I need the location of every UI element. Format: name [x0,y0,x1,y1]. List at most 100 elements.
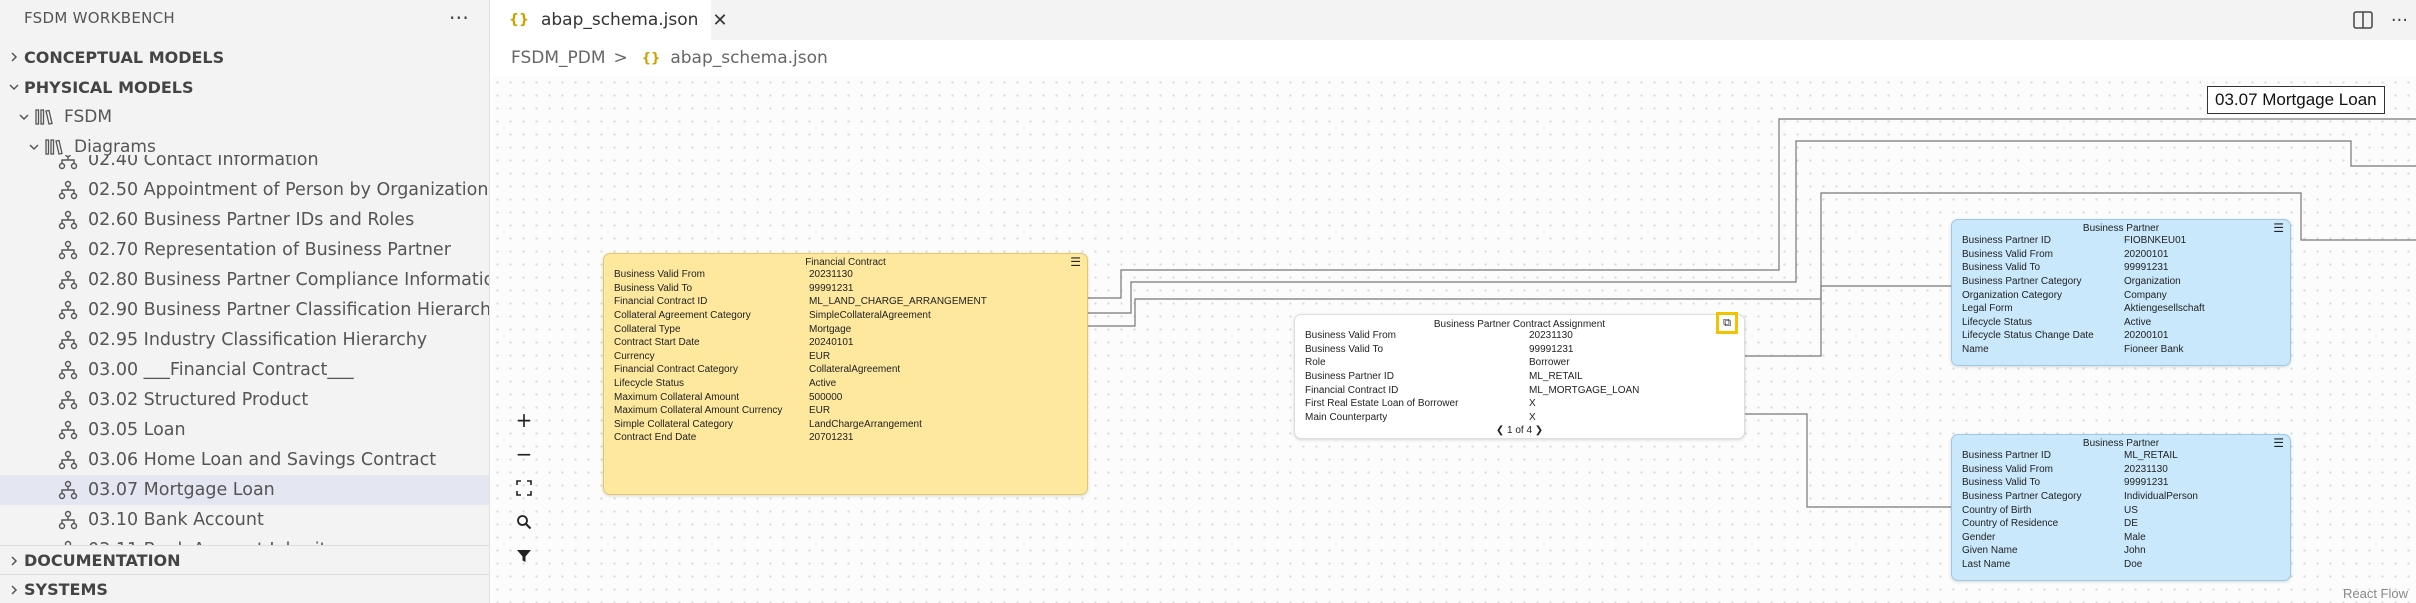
attribute-name: Country of Residence [1962,518,2059,530]
pager[interactable]: ❮ 1 of 4 ❯ [1295,425,1744,436]
attribute-row: Business Valid From 20200101 [1962,248,2280,262]
node-title: Business Partner [2082,223,2160,234]
split-editor-icon[interactable] [2353,11,2373,29]
tree-label: Diagrams [74,137,156,157]
zoom-out-button[interactable]: − [507,440,541,468]
breadcrumb-file[interactable]: abap_schema.json [670,48,828,68]
section-physical-models[interactable]: PHYSICAL MODELS [0,72,194,102]
attribute-value: Male [2124,531,2146,543]
menu-icon[interactable]: ☰ [2273,437,2284,449]
close-icon[interactable]: ✕ [712,10,727,31]
attribute-row: Business Valid To 99991231 [1962,261,2280,275]
fit-view-icon [516,480,532,496]
diagram-icon [58,360,78,380]
diagram-item[interactable]: 03.06 Home Loan and Savings Contract [0,445,489,475]
zoom-in-button[interactable]: + [507,406,541,434]
diagram-label: 03.10 Bank Account [88,510,264,530]
node-title: Business Partner Contract Assignment [1433,319,1606,330]
attribute-value: US [2124,504,2138,516]
attribute-value: 500000 [809,391,843,403]
copy-icon[interactable]: ⧉ [1716,312,1738,334]
attribute-name: Currency [614,350,655,362]
attribute-row: Business Partner Category Organization [1962,275,2280,289]
diagram-item[interactable]: 02.50 Appointment of Person by Organizat… [0,175,489,205]
chevron-right-icon [4,47,24,67]
diagram-item[interactable]: 02.70 Representation of Business Partner [0,235,489,265]
attribute-value: 20200101 [2124,248,2169,260]
diagram-item[interactable]: 03.10 Bank Account [0,505,489,535]
attribute-value: 99991231 [2124,477,2169,489]
attribute-row: Business Partner Category IndividualPerso… [1962,490,2280,504]
section-systems[interactable]: SYSTEMS [0,574,489,603]
chevron-down-icon [14,107,34,127]
diagram-item[interactable]: 03.07 Mortgage Loan [0,475,489,505]
attribute-value: ML_MORTGAGE_LOAN [1529,384,1640,396]
diagram-title-label: 03.07 Mortgage Loan [2207,86,2385,114]
react-flow-attribution[interactable]: React Flow [2343,586,2408,601]
attribute-row: Simple Collateral Category LandChargeArra… [614,418,1077,432]
diagram-item[interactable]: 03.00 ___Financial Contract___ [0,355,489,385]
diagram-item[interactable]: 02.80 Business Partner Compliance Inform… [0,265,490,295]
attribute-name: Business Partner Category [1962,276,2082,288]
breadcrumb-root[interactable]: FSDM_PDM [511,48,606,68]
diagram-list: 02.40 Contact Information 02.50 Appointme… [0,155,490,545]
attribute-value: DE [2124,518,2138,530]
diagram-icon [58,420,78,440]
tree-label: FSDM [64,107,113,127]
editor-area: {} abap_schema.json ✕ ··· FSDM_PDM > {} … [491,0,2416,603]
node-business-partner-org[interactable]: Business Partner ☰ Business Partner ID FI… [1951,219,2291,366]
more-actions-icon[interactable]: ··· [449,6,469,30]
diagram-item[interactable]: 03.05 Loan [0,415,489,445]
attribute-name: First Real Estate Loan of Borrower [1305,398,1459,410]
section-label: CONCEPTUAL MODELS [24,47,225,67]
menu-icon[interactable]: ☰ [1070,256,1081,268]
node-bp-contract-assignment[interactable]: Business Partner Contract Assignment ⧉ B… [1294,312,1745,439]
chevron-right-icon [4,551,24,571]
attribute-name: Business Valid From [1962,463,2053,475]
diagram-item[interactable]: 02.95 Industry Classification Hierarchy [0,325,489,355]
attribute-row: Contract Start Date 20240101 [614,336,1077,350]
attribute-value: FIOBNKEU01 [2124,235,2187,247]
attribute-row: Business Valid From 20231130 [614,268,1077,282]
diagram-item[interactable]: 02.40 Contact Information [0,155,489,175]
attribute-row: Role Borrower [1305,356,1734,370]
search-icon [517,515,532,530]
diagram-label: 02.80 Business Partner Compliance Inform… [88,270,490,290]
tab-abap-schema[interactable]: {} abap_schema.json ✕ [491,0,728,40]
edge [1745,285,1951,357]
attribute-name: Maximum Collateral Amount Currency [614,405,783,417]
node-business-partner-person[interactable]: Business Partner ☰ Business Partner ID ML… [1951,434,2291,581]
attribute-row: Contract End Date 20701231 [614,431,1077,445]
section-conceptual-models[interactable]: CONCEPTUAL MODELS [0,42,224,72]
attribute-name: Business Partner Category [1962,491,2082,503]
menu-icon[interactable]: ☰ [2273,222,2284,234]
node-financial-contract[interactable]: Financial Contract ☰ Business Valid From… [603,253,1088,495]
fit-view-button[interactable] [507,474,541,502]
tree-item-fsdm[interactable]: FSDM [14,102,112,132]
flow-canvas[interactable]: 03.07 Mortgage Loan Financial Contract ☰… [491,76,2416,603]
attribute-name: Financial Contract ID [614,296,708,308]
attribute-name: Lifecycle Status [614,378,685,390]
attribute-value: Active [2124,316,2152,328]
diagram-item[interactable]: 02.60 Business Partner IDs and Roles [0,205,489,235]
filter-button[interactable] [507,542,541,570]
flow-controls: + − [507,406,541,570]
attribute-name: Name [1962,344,1989,356]
attribute-value: Company [2124,289,2167,301]
attribute-value: IndividualPerson [2124,491,2198,503]
section-documentation[interactable]: DOCUMENTATION [0,545,489,575]
diagram-label: 03.06 Home Loan and Savings Contract [88,450,437,470]
search-button[interactable] [507,508,541,536]
json-file-icon: {} [509,12,529,28]
attribute-name: Collateral Agreement Category [614,310,751,322]
diagram-item[interactable]: 03.02 Structured Product [0,385,489,415]
diagram-item[interactable]: 02.90 Business Partner Classification Hi… [0,295,489,325]
diagram-item[interactable]: 03.11 Bank Account Inheritance [0,535,489,545]
attribute-name: Business Partner ID [1962,450,2051,462]
attribute-name: Given Name [1962,545,2018,557]
more-actions-icon[interactable]: ··· [2391,10,2408,31]
explorer-sidebar: FSDM WORKBENCH ··· CONCEPTUAL MODELS PHY… [0,0,490,603]
attribute-value: 20231130 [1529,330,1573,342]
attribute-row: Business Partner ID ML_RETAIL [1305,370,1734,384]
attribute-row: Business Partner ID FIOBNKEU01 [1962,234,2280,248]
